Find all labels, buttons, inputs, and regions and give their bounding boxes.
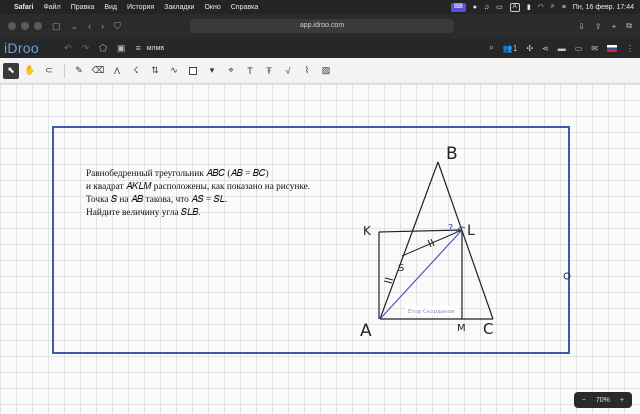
zoom-search-icon[interactable]: ⌕ (489, 43, 493, 53)
segment-bc (437, 161, 494, 320)
board-name[interactable]: млмв (147, 45, 164, 52)
redo-icon[interactable]: ↷ (82, 43, 90, 54)
window-controls (8, 22, 42, 30)
address-bar[interactable]: app.idroo.com (190, 19, 454, 33)
display-icon[interactable]: ▭ (496, 3, 503, 11)
zoom-control: − 70% + (573, 392, 632, 408)
curve-tool-icon[interactable]: ∿ (166, 63, 182, 79)
safari-toolbar: ▢ ⌄ ‹ › ⛉ app.idroo.com ⇩ ⇪ + ⧉ (0, 14, 640, 38)
eraser-tool-icon[interactable]: ⌫ (90, 63, 106, 79)
label-question: ? (448, 223, 453, 234)
zoom-window-icon[interactable] (34, 22, 42, 30)
settings-icon[interactable]: ✣ (526, 44, 533, 53)
keyboard-icon[interactable]: ⌨ (451, 2, 466, 12)
label-l: L (467, 223, 475, 239)
forward-icon[interactable]: › (101, 21, 104, 31)
menubar-clock[interactable]: Пн, 16 февр. 17:44 (573, 4, 634, 11)
sidebar-toggle-icon[interactable]: ▢ (52, 21, 61, 32)
color-picker[interactable] (185, 63, 201, 79)
segment-al (379, 229, 463, 320)
download-icon[interactable]: ⇩ (578, 22, 585, 31)
search-icon[interactable]: ⌕ (551, 3, 555, 11)
select-tool-icon[interactable]: ⬉ (3, 62, 19, 79)
formula-tool-icon[interactable]: Ŧ (261, 63, 277, 79)
back-icon[interactable]: ‹ (88, 21, 91, 31)
dropdown-chevron-icon[interactable]: ▾ (204, 63, 220, 79)
graph-tool-icon[interactable]: ⌇ (299, 63, 315, 79)
author-tag: Егор Скорданов (408, 309, 454, 315)
tick-as-1 (383, 280, 393, 284)
pen-tool-icon[interactable]: ✎ (71, 63, 87, 79)
record-icon[interactable]: ● (473, 4, 477, 11)
video-icon[interactable]: ▬ (558, 44, 566, 53)
lasso-tool-icon[interactable]: ⊂ (41, 63, 57, 79)
menu-help[interactable]: Справка (231, 4, 258, 11)
macos-menubar: Safari Файл Правка Вид История Закладки … (0, 0, 640, 14)
pages-icon[interactable]: ▣ (117, 43, 126, 54)
label-m: M (457, 323, 466, 334)
math-tool-icon[interactable]: √ (280, 63, 296, 79)
menu-file[interactable]: Файл (43, 4, 60, 11)
menu-view[interactable]: Вид (104, 4, 117, 11)
zoom-level[interactable]: 70% (596, 397, 610, 404)
geometry-figure[interactable]: B K L S ? A M C Егор Скорданов (0, 84, 640, 414)
menu-edit[interactable]: Правка (71, 4, 95, 11)
segment-ab (379, 161, 439, 320)
zoom-out-button[interactable]: − (582, 397, 586, 404)
input-source-icon[interactable]: A (509, 2, 520, 12)
share-board-icon[interactable]: ⋖ (542, 44, 549, 53)
share-icon[interactable]: ⇪ (595, 22, 602, 31)
drawing-toolbar: ⬉ ✋ ⊂ ✎ ⌫ Λ ☇ ⇅ ∿ ▾ ⌖ T Ŧ √ ⌇ ▨ (0, 58, 640, 84)
line-tool-icon[interactable]: Λ (109, 63, 125, 79)
cursor-icon (563, 272, 571, 280)
safari-right-tools: ⇩ ⇪ + ⧉ (578, 14, 632, 38)
control-center-icon[interactable]: ≡ (562, 4, 566, 11)
more-icon[interactable]: ⋮ (626, 44, 634, 53)
shield-icon[interactable]: ⛉ (114, 21, 121, 32)
menubar-app-name[interactable]: Safari (14, 4, 33, 11)
hand-tool-icon[interactable]: ✋ (22, 63, 38, 79)
pointer-laser-icon[interactable]: ☇ (128, 63, 144, 79)
email-icon[interactable]: ✉ (591, 44, 598, 53)
zoom-in-button[interactable]: + (620, 397, 624, 404)
text-tool-icon[interactable]: T (242, 63, 258, 79)
close-window-icon[interactable] (8, 22, 16, 30)
color-swatch (189, 66, 197, 75)
minimize-window-icon[interactable] (21, 22, 29, 30)
tick-as-2 (384, 277, 394, 281)
menubar-status-area: ⌨ ● ♫ ▭ A ▮ ◠ ⌕ ≡ Пн, 16 февр. 17:44 (451, 2, 634, 12)
arrow-tool-icon[interactable]: ⇅ (147, 63, 163, 79)
menu-icon[interactable]: ≡ (135, 43, 140, 53)
label-s: S (398, 263, 404, 274)
tabs-icon[interactable]: ⧉ (626, 21, 632, 31)
label-b: B (446, 144, 458, 164)
music-icon[interactable]: ♫ (484, 4, 489, 11)
image-tool-icon[interactable]: ▨ (318, 63, 334, 79)
chat-icon[interactable]: ▭ (575, 44, 583, 53)
users-count: 1 (512, 43, 518, 53)
toolbar-divider (64, 63, 65, 78)
users-icon[interactable]: 👥1 (503, 44, 517, 53)
menu-bookmarks[interactable]: Закладки (164, 4, 194, 11)
russian-flag-icon[interactable] (607, 44, 617, 52)
label-a: A (360, 321, 372, 341)
menu-window[interactable]: Окно (204, 4, 220, 11)
shape-icon[interactable]: ⬠ (99, 43, 107, 54)
wifi-icon[interactable]: ◠ (538, 3, 544, 11)
header-right-tools: ⌕ 👥1 ✣ ⋖ ▬ ▭ ✉ ⋮ (489, 38, 634, 58)
menu-history[interactable]: История (127, 4, 154, 11)
new-tab-icon[interactable]: + (612, 22, 617, 31)
battery-icon[interactable]: ▮ (527, 3, 531, 11)
shapes-tool-icon[interactable]: ⌖ (223, 63, 239, 79)
idroo-header: iDroo ↶ ↷ ⬠ ▣ ≡ млмв ⌕ 👥1 ✣ ⋖ ▬ ▭ ✉ ⋮ (0, 38, 640, 58)
whiteboard-canvas[interactable]: Равнобедренный треугольник 𝐴𝐵𝐶 (𝐴𝐵 = 𝐵𝐶)… (0, 84, 640, 414)
label-k: K (363, 224, 372, 238)
label-c: C (483, 320, 493, 338)
tab-overview-icon[interactable]: ⌄ (71, 21, 79, 32)
undo-icon[interactable]: ↶ (64, 43, 72, 54)
idroo-logo[interactable]: iDroo (4, 40, 54, 56)
